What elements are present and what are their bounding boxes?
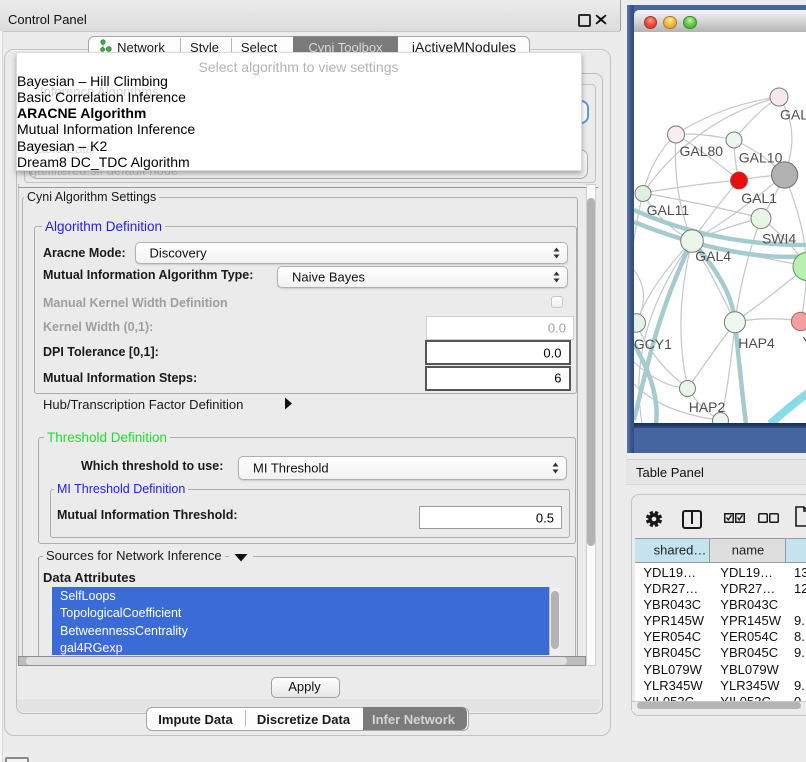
svg-text:GAL4: GAL4 [695, 248, 731, 264]
svg-text:GAL11: GAL11 [647, 202, 690, 218]
svg-text:YM: YM [802, 333, 806, 349]
svg-text:GCY1: GCY1 [634, 336, 672, 352]
svg-text:GAL1: GAL1 [741, 190, 777, 206]
svg-text:HAP2: HAP2 [689, 399, 726, 415]
svg-text:GAL10: GAL10 [739, 149, 783, 165]
svg-text:SWI4: SWI4 [762, 230, 796, 246]
svg-text:GAL7: GAL7 [780, 106, 806, 122]
svg-text:GAL80: GAL80 [680, 143, 724, 159]
svg-text:HAP4: HAP4 [738, 335, 775, 351]
